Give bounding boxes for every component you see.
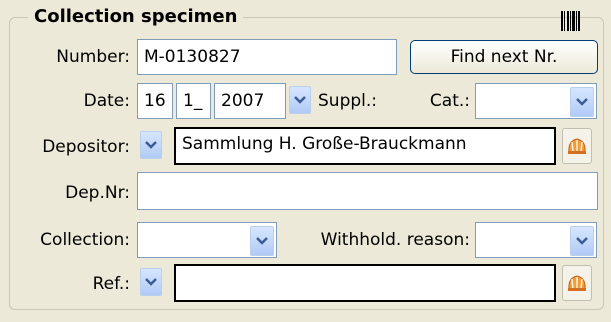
shell-icon (568, 138, 586, 154)
shell-icon (568, 275, 586, 291)
date-label: Date: (83, 91, 130, 111)
find-next-number-button[interactable]: Find next Nr. (410, 40, 598, 74)
chevron-down-icon (145, 278, 157, 286)
depositor-label: Depositor: (42, 137, 130, 157)
collection-select[interactable] (137, 222, 277, 258)
chevron-down-icon (145, 141, 157, 149)
collection-label: Collection: (40, 230, 130, 250)
chevron-down-icon (576, 237, 588, 245)
cat-select[interactable] (475, 83, 597, 119)
depositor-input[interactable]: Sammlung H. Große-Brauckmann (174, 127, 556, 165)
depositor-lookup-button[interactable] (562, 128, 592, 164)
chevron-down-icon (256, 237, 268, 245)
number-label: Number: (56, 47, 130, 67)
withhold-reason-select[interactable] (475, 222, 597, 258)
date-year-input[interactable]: 2007 (214, 83, 286, 119)
depositor-dropdown-button[interactable] (140, 131, 162, 159)
dep-nr-label: Dep.Nr: (65, 183, 130, 203)
chevron-down-icon (576, 98, 588, 106)
chevron-down-icon (294, 96, 306, 104)
ref-label: Ref.: (92, 274, 130, 294)
date-month-input[interactable]: 1_ (176, 83, 211, 119)
cat-dropdown-button[interactable] (570, 87, 594, 117)
withhold-reason-label: Withhold. reason: (320, 230, 470, 250)
barcode-icon[interactable] (560, 9, 580, 33)
group-title: Collection specimen (28, 5, 244, 29)
suppl-label: Suppl.: (318, 91, 378, 111)
number-input[interactable]: M-0130827 (137, 39, 397, 75)
collection-dropdown-button[interactable] (250, 226, 274, 256)
ref-dropdown-button[interactable] (140, 268, 162, 296)
ref-input[interactable] (174, 264, 556, 302)
dep-nr-input[interactable] (137, 172, 598, 210)
cat-label: Cat.: (429, 91, 470, 111)
withhold-reason-dropdown-button[interactable] (570, 226, 594, 256)
date-dropdown-button[interactable] (289, 86, 311, 114)
date-day-input[interactable]: 16 (137, 83, 173, 119)
ref-lookup-button[interactable] (562, 265, 592, 301)
